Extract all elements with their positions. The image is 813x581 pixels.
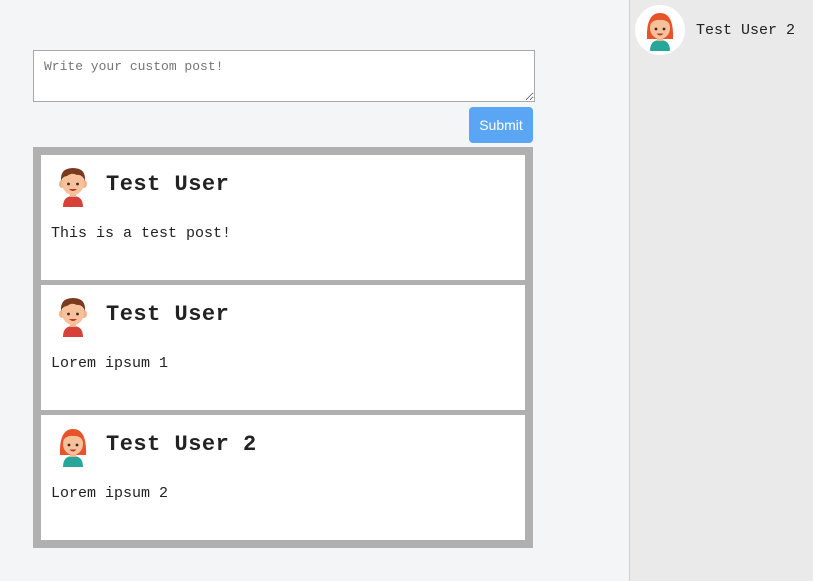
boy-avatar-icon — [59, 298, 87, 337]
post-author: Test User — [106, 172, 230, 197]
post-author: Test User — [106, 302, 230, 327]
post-input[interactable] — [33, 50, 535, 102]
post-author: Test User 2 — [106, 432, 257, 457]
post-card: Test User 2 Lorem ipsum 2 — [41, 415, 525, 540]
boy-avatar-icon — [59, 168, 87, 207]
post-body: Lorem ipsum 2 — [51, 485, 169, 502]
post-feed: Test User This is a test post! Test User… — [33, 147, 533, 548]
girl-avatar-icon — [646, 13, 674, 51]
online-users-sidebar: Test User 2 — [629, 0, 813, 581]
sidebar-user-name: Test User 2 — [696, 21, 796, 39]
post-body: This is a test post! — [51, 225, 232, 242]
post-card: Test User This is a test post! — [41, 155, 525, 280]
post-body: Lorem ipsum 1 — [51, 355, 169, 372]
sidebar-user-item[interactable]: Test User 2 — [635, 5, 795, 55]
post-card: Test User Lorem ipsum 1 — [41, 285, 525, 410]
avatar — [635, 5, 685, 55]
submit-button[interactable]: Submit — [469, 107, 533, 143]
girl-avatar-icon — [59, 429, 87, 467]
